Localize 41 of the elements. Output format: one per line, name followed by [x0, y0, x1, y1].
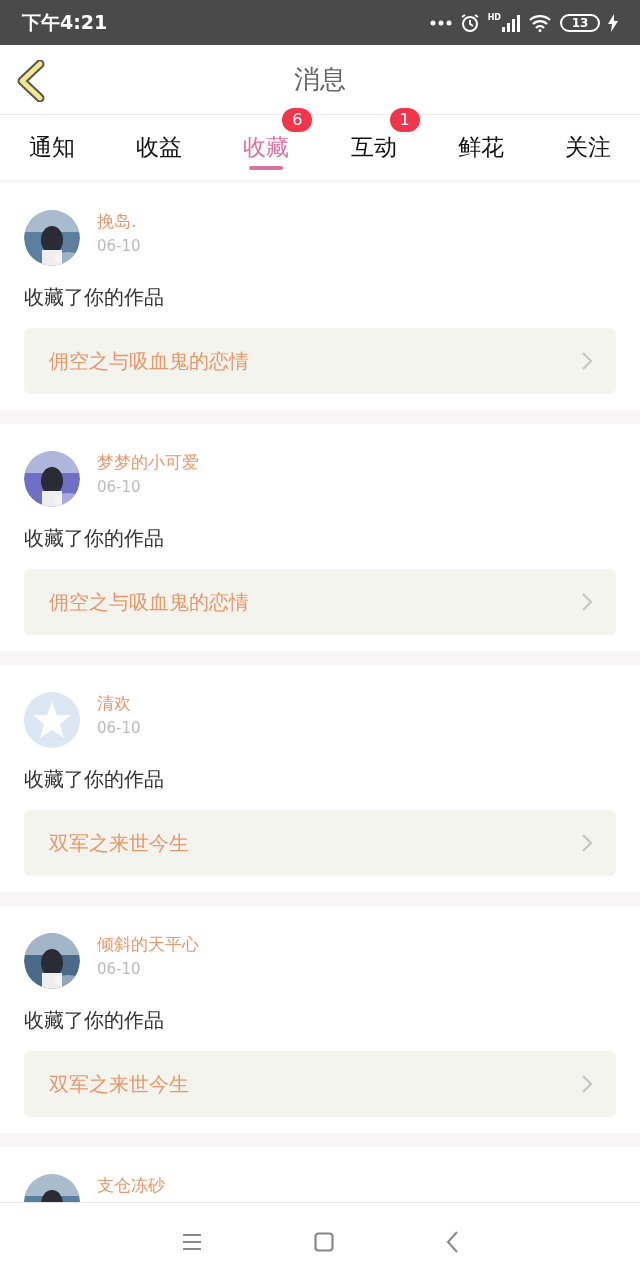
message-date: 06-10	[97, 236, 141, 256]
message-date: 06-10	[97, 477, 142, 497]
user-name[interactable]: 倾斜的天平心	[97, 933, 199, 955]
charging-icon	[608, 13, 618, 32]
message-date: 06-10	[97, 959, 142, 979]
page-title: 消息	[294, 63, 346, 96]
work-link[interactable]: 双军之来世今生	[24, 810, 616, 876]
alarm-icon	[459, 12, 480, 33]
message-text: 收藏了你的作品	[24, 525, 165, 552]
avatar-icon	[24, 692, 80, 748]
tab[interactable]: 收益	[117, 115, 202, 179]
network-label: HD	[487, 13, 501, 22]
battery-indicator: 13	[560, 13, 600, 32]
chevron-right-icon	[582, 593, 592, 611]
user-name[interactable]: 支仓冻砂	[97, 1174, 165, 1196]
tab[interactable]: 通知	[10, 115, 94, 179]
work-link[interactable]: 佣空之与吸血鬼的恋情	[24, 569, 616, 635]
message-text: 收藏了你的作品	[24, 1007, 165, 1034]
work-link[interactable]: 双军之来世今生	[24, 1051, 616, 1117]
user-name[interactable]: 挽岛.	[97, 210, 141, 232]
chevron-right-icon	[582, 834, 592, 852]
tab[interactable]: 鲜花	[438, 115, 523, 179]
count-badge: 1	[389, 108, 420, 132]
status-time: 下午4:21	[22, 10, 108, 36]
user-name[interactable]: 梦梦的小可爱	[97, 451, 199, 473]
chevron-right-icon	[582, 352, 592, 370]
message-text: 收藏了你的作品	[24, 284, 165, 311]
signal-icon	[502, 13, 520, 32]
back-icon	[16, 60, 46, 102]
more-icon	[429, 19, 452, 26]
back-icon[interactable]	[446, 1230, 458, 1253]
home-icon[interactable]	[314, 1231, 334, 1252]
tab[interactable]: 关注	[545, 115, 630, 179]
count-badge: 6	[282, 108, 313, 132]
message-text: 收藏了你的作品	[24, 766, 165, 793]
chevron-right-icon	[582, 1075, 592, 1093]
menu-icon[interactable]	[182, 1232, 202, 1251]
wifi-icon	[528, 13, 552, 32]
message-date: 06-10	[97, 718, 141, 738]
user-name[interactable]: 清欢	[97, 692, 141, 714]
work-link[interactable]: 佣空之与吸血鬼的恋情	[24, 328, 616, 394]
